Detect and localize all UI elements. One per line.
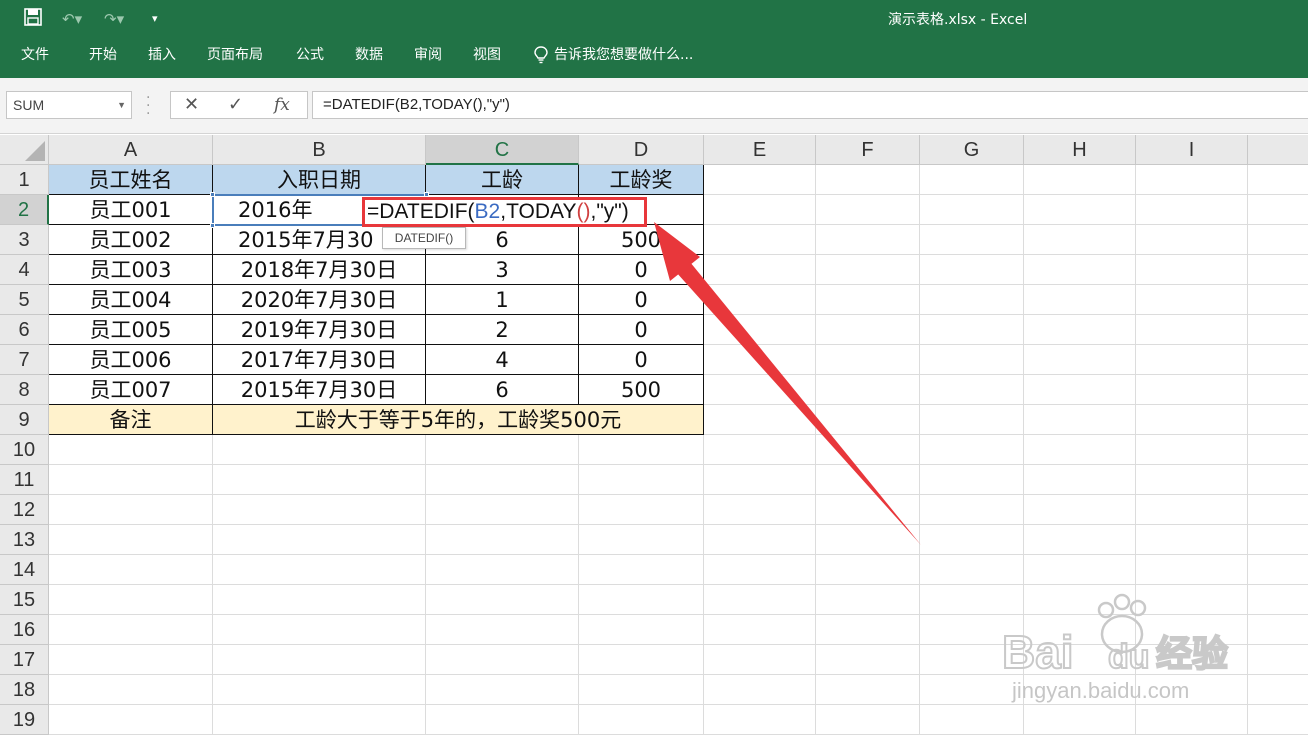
window-title: 演示表格.xlsx - Excel [888,12,1028,28]
formula-text-mid: ,TODAY [500,200,577,223]
formula-text-suffix: ,"y") [590,200,629,223]
formula-parens: () [576,200,591,223]
cell-a7[interactable]: 员工006 [49,345,213,375]
cell-b8[interactable]: 2015年7月30日 [213,375,426,405]
row-header-13[interactable]: 13 [0,525,49,555]
row-header-6[interactable]: 6 [0,315,49,345]
row-header-18[interactable]: 18 [0,675,49,705]
column-header-d[interactable]: D [579,135,704,165]
formula-cell-reference: B2 [474,200,501,223]
undo-icon[interactable]: ↶▾ [62,8,82,30]
tab-insert[interactable]: 插入 [148,46,176,64]
cell-b4[interactable]: 2018年7月30日 [213,255,426,285]
svg-text:Bai: Bai [1002,626,1074,678]
lightbulb-icon [534,46,548,64]
row-header-1[interactable]: 1 [0,165,49,195]
column-header-b[interactable]: B [213,135,426,165]
title-bar: ↶▾ ↷▾ ▾ 演示表格.xlsx - Excel [0,0,1308,38]
cell-b5[interactable]: 2020年7月30日 [213,285,426,315]
tab-home[interactable]: 开始 [89,46,117,64]
customize-icon[interactable]: ▾ [152,8,158,30]
insert-function-icon[interactable]: fx [274,94,290,116]
save-icon[interactable] [24,8,42,30]
cell-a2[interactable]: 员工001 [49,195,213,225]
formula-bar-buttons: ✕ ✓ fx [170,91,308,119]
row-header-10[interactable]: 10 [0,435,49,465]
in-cell-formula-editor[interactable]: =DATEDIF(B2,TODAY(),"y") [362,197,647,227]
row-header-12[interactable]: 12 [0,495,49,525]
row-header-5[interactable]: 5 [0,285,49,315]
formula-bar-resize-handle[interactable]: · · · [146,91,152,121]
column-header-e[interactable]: E [704,135,816,165]
row-header-17[interactable]: 17 [0,645,49,675]
row-header-11[interactable]: 11 [0,465,49,495]
enter-icon[interactable]: ✓ [228,94,243,116]
function-tooltip[interactable]: DATEDIF() [382,227,466,249]
cell-a3[interactable]: 员工002 [49,225,213,255]
cell-c4[interactable]: 3 [426,255,579,285]
baidu-watermark-logo: Bai du 经验 jingyan.baidu.com [1001,593,1229,703]
name-box[interactable]: SUM ▼ [6,91,132,119]
chevron-down-icon[interactable]: ▼ [117,92,126,118]
tab-view[interactable]: 视图 [473,46,501,64]
cell-a8[interactable]: 员工007 [49,375,213,405]
row-header-16[interactable]: 16 [0,615,49,645]
cell-b6[interactable]: 2019年7月30日 [213,315,426,345]
cell-c8[interactable]: 6 [426,375,579,405]
row-header-7[interactable]: 7 [0,345,49,375]
svg-text:du: du [1108,638,1150,676]
cell-d7[interactable]: 0 [579,345,704,375]
column-header-c[interactable]: C [426,135,579,165]
cell-d8[interactable]: 500 [579,375,704,405]
cancel-icon[interactable]: ✕ [184,94,199,116]
cell-d4[interactable]: 0 [579,255,704,285]
cell-b7[interactable]: 2017年7月30日 [213,345,426,375]
cell-c6[interactable]: 2 [426,315,579,345]
svg-text:jingyan.baidu.com: jingyan.baidu.com [1011,678,1189,703]
cell-b9-merged[interactable]: 工龄大于等于5年的，工龄奖500元 [213,405,704,435]
row-header-9[interactable]: 9 [0,405,49,435]
cell-a9[interactable]: 备注 [49,405,213,435]
name-box-value: SUM [13,97,45,113]
row-header-19[interactable]: 19 [0,705,49,735]
tab-file[interactable]: 文件 [21,46,49,64]
cell-c5[interactable]: 1 [426,285,579,315]
cell-d6[interactable]: 0 [579,315,704,345]
cell-a1[interactable]: 员工姓名 [49,165,213,195]
cell-d5[interactable]: 0 [579,285,704,315]
cell-c1[interactable]: 工龄 [426,165,579,195]
cell-a4[interactable]: 员工003 [49,255,213,285]
row-header-14[interactable]: 14 [0,555,49,585]
ribbon-tabs: 文件 开始 插入 页面布局 公式 数据 审阅 视图 告诉我您想要做什么... [0,38,1308,78]
row-header-3[interactable]: 3 [0,225,49,255]
formula-bar: SUM ▼ · · · ✕ ✓ fx =DATEDIF(B2,TODAY(),"y"… [0,78,1308,134]
tab-page-layout[interactable]: 页面布局 [207,46,263,64]
formula-text-prefix: =DATEDIF( [367,200,475,223]
tab-review[interactable]: 审阅 [414,46,442,64]
cell-d1[interactable]: 工龄奖 [579,165,704,195]
column-header-f[interactable]: F [816,135,920,165]
svg-text:经验: 经验 [1156,634,1228,675]
cell-a6[interactable]: 员工005 [49,315,213,345]
redo-icon[interactable]: ↷▾ [104,8,124,30]
row-header-4[interactable]: 4 [0,255,49,285]
column-header-a[interactable]: A [49,135,213,165]
cell-a5[interactable]: 员工004 [49,285,213,315]
row-header-2[interactable]: 2 [0,195,49,225]
select-all-button[interactable] [0,135,49,165]
tab-data[interactable]: 数据 [355,46,383,64]
row-header-15[interactable]: 15 [0,585,49,615]
column-header-i[interactable]: I [1136,135,1248,165]
column-header-h[interactable]: H [1024,135,1136,165]
row-header-8[interactable]: 8 [0,375,49,405]
cell-c7[interactable]: 4 [426,345,579,375]
cell-d3[interactable]: 500 [579,225,704,255]
tell-me-search[interactable]: 告诉我您想要做什么... [554,46,693,64]
formula-input[interactable]: =DATEDIF(B2,TODAY(),"y") [312,91,1308,119]
tab-formulas[interactable]: 公式 [296,46,324,64]
cell-b1[interactable]: 入职日期 [213,165,426,195]
column-header-g[interactable]: G [920,135,1024,165]
column-header-blank [1248,135,1308,165]
